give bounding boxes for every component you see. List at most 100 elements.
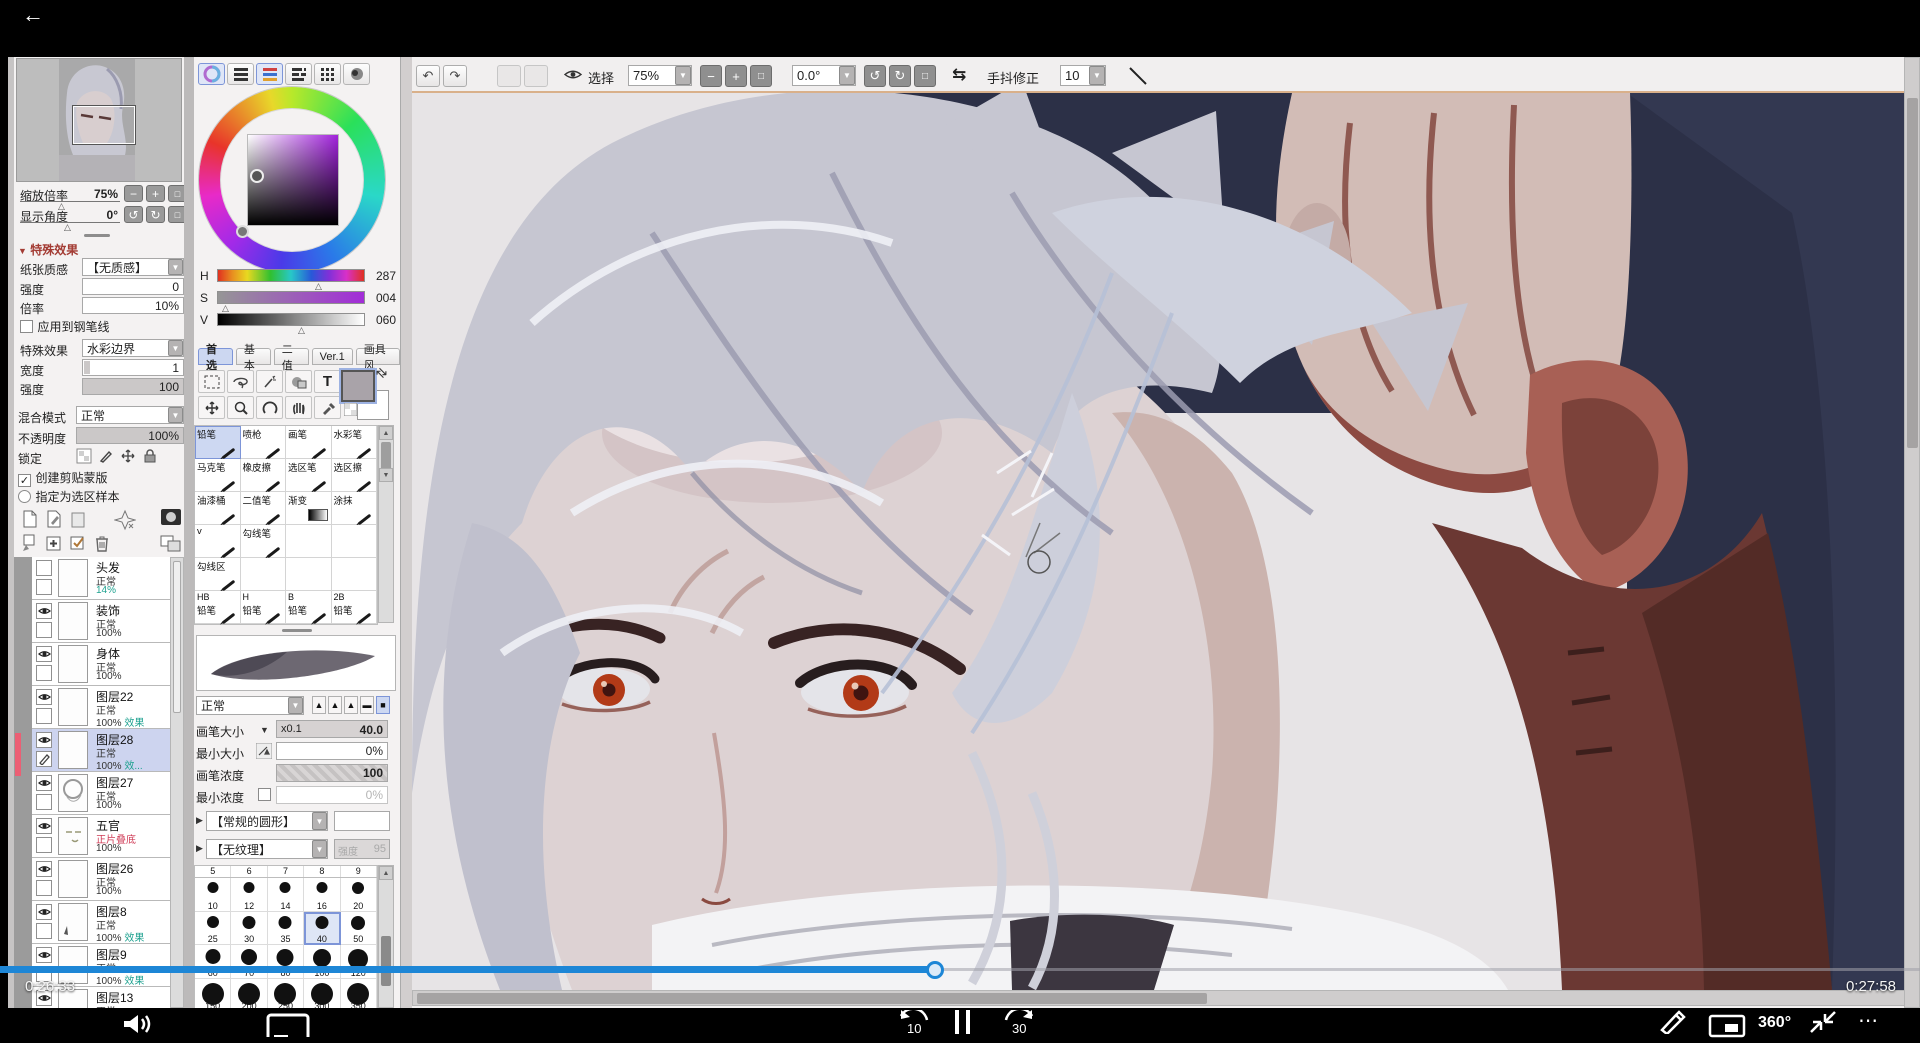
brush-cell-橡皮擦[interactable]: 橡皮擦 bbox=[241, 459, 287, 492]
layer-visibility-toggle[interactable] bbox=[36, 560, 52, 576]
brush-cell-empty[interactable] bbox=[286, 525, 332, 558]
mask-button[interactable] bbox=[160, 507, 182, 532]
scroll-up-arrow[interactable]: ▲ bbox=[379, 866, 393, 880]
min-size-input[interactable]: 0% bbox=[276, 742, 388, 760]
effects-section-title[interactable]: ▼ 特殊效果 bbox=[18, 241, 78, 258]
tool-tab-首选[interactable]: 首选 bbox=[198, 348, 233, 365]
canvas-hscrollbar-thumb[interactable] bbox=[417, 993, 1207, 1004]
progress-played[interactable] bbox=[0, 966, 935, 973]
invert-selection-button[interactable] bbox=[524, 65, 548, 87]
color-bars-tab[interactable] bbox=[227, 63, 254, 85]
panel-divider[interactable] bbox=[84, 234, 110, 237]
size-preset-10[interactable]: 10 bbox=[195, 878, 231, 912]
hue-slider[interactable] bbox=[217, 269, 365, 282]
size-preset-120[interactable]: 120 bbox=[341, 945, 377, 979]
navigator-viewport-rect[interactable] bbox=[73, 106, 135, 144]
undo-button[interactable]: ↶ bbox=[416, 65, 440, 87]
flip-horizontal-icon[interactable]: ⇆ bbox=[952, 65, 966, 85]
shape-tool[interactable] bbox=[285, 370, 312, 393]
dropdown-arrow-icon[interactable]: ▼ bbox=[168, 407, 183, 423]
dropdown-arrow-icon[interactable]: ▼ bbox=[839, 66, 855, 85]
layer-visibility-toggle[interactable] bbox=[36, 646, 52, 662]
val-slider[interactable] bbox=[217, 313, 365, 326]
deselect-button[interactable] bbox=[497, 65, 521, 87]
apply-layer-button[interactable] bbox=[68, 533, 88, 558]
brush-cell-empty[interactable] bbox=[332, 558, 378, 591]
zoom-in-button[interactable]: + bbox=[725, 65, 747, 87]
paper-strength-input[interactable]: 0 bbox=[82, 278, 184, 295]
dropdown-arrow-icon[interactable]: ▼ bbox=[1089, 66, 1105, 85]
layer-visibility-toggle[interactable] bbox=[36, 904, 52, 920]
edge-shape-button[interactable]: ■ bbox=[376, 696, 390, 714]
magic-wand-tool[interactable] bbox=[256, 370, 283, 393]
layer-row-图层27[interactable]: 图层27正常100% bbox=[32, 772, 170, 815]
rotate-cw-button[interactable]: ↻ bbox=[889, 65, 911, 87]
layer-row-图层26[interactable]: 图层26正常100% bbox=[32, 858, 170, 901]
size-preset-20[interactable]: 20 bbox=[341, 878, 377, 912]
rotate-reset-button[interactable]: □ bbox=[914, 65, 936, 87]
dropdown-arrow-icon[interactable]: ▼ bbox=[675, 66, 691, 85]
scroll-down-arrow[interactable]: ▼ bbox=[379, 468, 393, 482]
layer-thumbnail[interactable] bbox=[58, 559, 88, 597]
layer-visibility-toggle[interactable] bbox=[36, 603, 52, 619]
brush-shape-select[interactable]: 【常规的圆形】 ▼ bbox=[206, 811, 328, 831]
sv-cursor[interactable] bbox=[250, 169, 264, 183]
layer-extra-toggle[interactable] bbox=[36, 579, 52, 595]
shape-expand-arrow[interactable]: ▶ bbox=[196, 815, 203, 826]
brush-cell-油漆桶[interactable]: 油漆桶 bbox=[195, 492, 241, 525]
layer-thumbnail[interactable] bbox=[58, 645, 88, 683]
back-icon[interactable]: ← bbox=[22, 2, 44, 28]
nav-rotate-cw-button[interactable]: ↻ bbox=[146, 206, 165, 223]
size-preset-25[interactable]: 25 bbox=[195, 912, 231, 946]
layer-edit-toggle[interactable] bbox=[36, 751, 52, 767]
paper-texture-select[interactable]: 【无质感】 ▼ bbox=[82, 258, 184, 276]
layer-extra-toggle[interactable] bbox=[36, 708, 52, 724]
layer-extra-toggle[interactable] bbox=[36, 794, 52, 810]
zoom-tool[interactable] bbox=[227, 396, 254, 419]
move-tool[interactable] bbox=[198, 396, 225, 419]
effect-type-select[interactable]: 水彩边界 ▼ bbox=[82, 339, 184, 357]
rotate-ccw-button[interactable]: ↺ bbox=[864, 65, 886, 87]
brush-blend-select[interactable]: 正常 ▼ bbox=[196, 696, 304, 715]
layer-thumbnail[interactable] bbox=[58, 731, 88, 769]
volume-icon[interactable] bbox=[120, 1012, 156, 1041]
edge-shape-button[interactable]: ▲ bbox=[328, 696, 342, 714]
brush-cell-水彩笔[interactable]: 水彩笔 bbox=[332, 426, 378, 459]
nav-angle-slider-marker[interactable]: △ bbox=[64, 222, 71, 233]
lock-move-button[interactable] bbox=[120, 448, 136, 469]
new-folder-button[interactable] bbox=[68, 509, 88, 534]
forward-30-icon[interactable]: 30 bbox=[998, 1010, 1040, 1039]
brush-cell-v[interactable]: v bbox=[195, 525, 241, 558]
edge-shape-button[interactable]: ▲ bbox=[344, 696, 358, 714]
brush-cell-勾线区[interactable]: 勾线区 bbox=[195, 558, 241, 591]
delete-layer-button[interactable] bbox=[92, 533, 112, 558]
size-preset-30[interactable]: 30 bbox=[231, 912, 267, 946]
size-preset-200[interactable]: 200 bbox=[231, 979, 267, 1009]
size-preset-12[interactable]: 12 bbox=[231, 878, 267, 912]
size-preset-50[interactable]: 50 bbox=[341, 912, 377, 946]
progress-handle[interactable] bbox=[926, 961, 944, 979]
layer-visibility-toggle[interactable] bbox=[36, 775, 52, 791]
nav-zoom-in-button[interactable]: + bbox=[146, 185, 165, 202]
edge-shape-button[interactable]: ▲ bbox=[312, 696, 326, 714]
canvas-area[interactable] bbox=[412, 93, 1911, 990]
360-icon[interactable]: 360° bbox=[1758, 1014, 1791, 1032]
brush-cell-铅笔[interactable]: 铅笔 bbox=[195, 426, 241, 459]
nav-rotate-ccw-button[interactable]: ↺ bbox=[124, 206, 143, 223]
brush-cell-2B-铅笔[interactable]: 2B铅笔 bbox=[332, 591, 378, 624]
layer-row-身体[interactable]: 身体正常100% bbox=[32, 643, 170, 686]
add-layer-button[interactable] bbox=[44, 533, 64, 558]
brush-cell-二值笔[interactable]: 二值笔 bbox=[241, 492, 287, 525]
selection-source-row[interactable]: 指定为选区样本 bbox=[18, 488, 119, 508]
layer-row-头发[interactable]: 头发正常14% bbox=[32, 557, 170, 600]
brush-cell-马克笔[interactable]: 马克笔 bbox=[195, 459, 241, 492]
nav-zoom-out-button[interactable]: − bbox=[124, 185, 143, 202]
zoom-out-button[interactable]: − bbox=[700, 65, 722, 87]
hand-tool[interactable] bbox=[285, 396, 312, 419]
merge-down-button[interactable] bbox=[20, 533, 40, 558]
lasso-tool[interactable] bbox=[227, 370, 254, 393]
lock-pencil-button[interactable] bbox=[98, 448, 114, 469]
layer-extra-toggle[interactable] bbox=[36, 837, 52, 853]
brush-cell-涂抹[interactable]: 涂抹 bbox=[332, 492, 378, 525]
zoom-percent-select[interactable]: 75% ▼ bbox=[628, 65, 692, 86]
